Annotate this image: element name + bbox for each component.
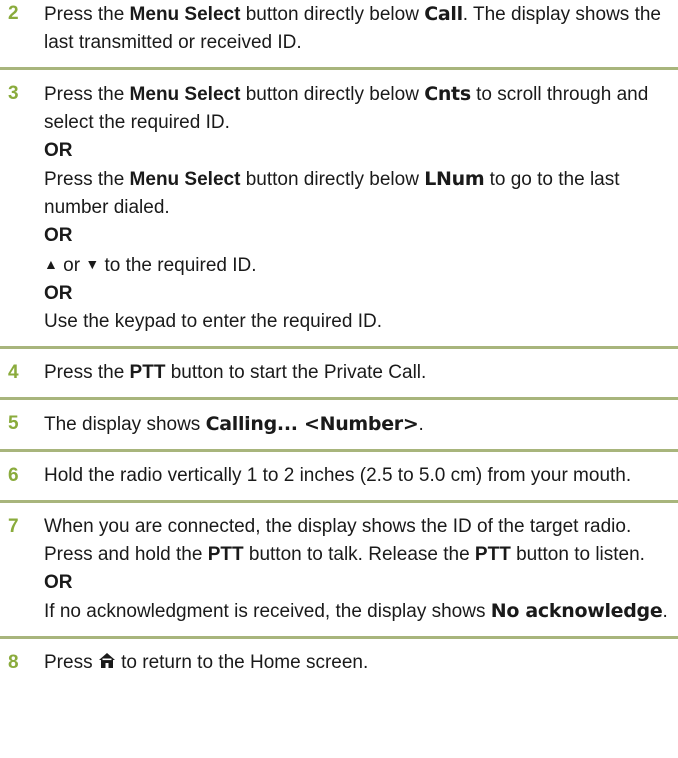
or-label: OR bbox=[44, 572, 73, 593]
text: Press the bbox=[44, 362, 130, 383]
display-text: Cnts bbox=[424, 83, 471, 105]
step-number: 3 bbox=[8, 83, 19, 104]
step-text: Press the PTT button to start the Privat… bbox=[44, 359, 678, 387]
step-number: 6 bbox=[8, 465, 19, 486]
text: button directly below bbox=[240, 169, 425, 190]
down-arrow-icon: ▼ bbox=[85, 256, 100, 272]
text: or bbox=[57, 255, 86, 276]
step-text: Press to return to the Home screen. bbox=[44, 649, 678, 677]
step-2: 2 Press the Menu Select button directly … bbox=[0, 0, 678, 70]
text: button to start the Private Call. bbox=[165, 362, 427, 383]
text: to return to the Home screen. bbox=[115, 652, 369, 673]
text: Use the keypad to enter the required ID. bbox=[44, 311, 382, 332]
step-text: When you are connected, the display show… bbox=[44, 513, 678, 626]
text: The display shows bbox=[44, 414, 206, 435]
step-6: 6 Hold the radio vertically 1 to 2 inche… bbox=[0, 462, 678, 503]
text: . bbox=[662, 601, 668, 622]
text: button directly below bbox=[240, 84, 425, 105]
display-text: LNum bbox=[424, 168, 485, 190]
text: . bbox=[418, 414, 424, 435]
home-icon bbox=[98, 649, 116, 677]
button-name: PTT bbox=[129, 362, 166, 383]
step-text: Press the Menu Select button directly be… bbox=[44, 0, 678, 57]
step-8: 8 Press to return to the Home screen. bbox=[0, 649, 678, 687]
step-number: 7 bbox=[8, 516, 19, 537]
display-text: Calling... <Number> bbox=[205, 413, 419, 435]
text: button to listen. bbox=[510, 544, 645, 565]
text: Press the bbox=[44, 169, 130, 190]
or-label: OR bbox=[44, 283, 73, 304]
button-name: PTT bbox=[207, 544, 244, 565]
display-text: No acknowledge bbox=[490, 600, 663, 622]
text: Press the bbox=[44, 84, 130, 105]
step-text: The display shows Calling... <Number>. bbox=[44, 410, 678, 439]
step-4: 4 Press the PTT button to start the Priv… bbox=[0, 359, 678, 400]
step-number: 2 bbox=[8, 3, 19, 24]
up-arrow-icon: ▲ bbox=[44, 256, 58, 272]
text: Hold the radio vertically 1 to 2 inches … bbox=[44, 465, 632, 486]
text: button directly below bbox=[240, 4, 425, 25]
or-label: OR bbox=[44, 140, 73, 161]
button-name: Menu Select bbox=[129, 4, 241, 25]
procedure-steps: 2 Press the Menu Select button directly … bbox=[0, 0, 678, 687]
text: button to talk. Release the bbox=[243, 544, 475, 565]
text: Press bbox=[44, 652, 98, 673]
step-text: Press the Menu Select button directly be… bbox=[44, 80, 678, 336]
button-name: Menu Select bbox=[129, 169, 241, 190]
step-number: 5 bbox=[8, 413, 19, 434]
step-number: 8 bbox=[8, 652, 19, 673]
button-name: Menu Select bbox=[129, 84, 241, 105]
or-label: OR bbox=[44, 225, 73, 246]
step-number: 4 bbox=[8, 362, 19, 383]
step-7: 7 When you are connected, the display sh… bbox=[0, 513, 678, 639]
step-text: Hold the radio vertically 1 to 2 inches … bbox=[44, 462, 678, 490]
text: Press the bbox=[44, 4, 130, 25]
display-text: Call bbox=[424, 3, 463, 25]
step-5: 5 The display shows Calling... <Number>. bbox=[0, 410, 678, 452]
button-name: PTT bbox=[474, 544, 511, 565]
step-3: 3 Press the Menu Select button directly … bbox=[0, 80, 678, 349]
text: If no acknowledgment is received, the di… bbox=[44, 601, 491, 622]
text: to the required ID. bbox=[99, 255, 257, 276]
